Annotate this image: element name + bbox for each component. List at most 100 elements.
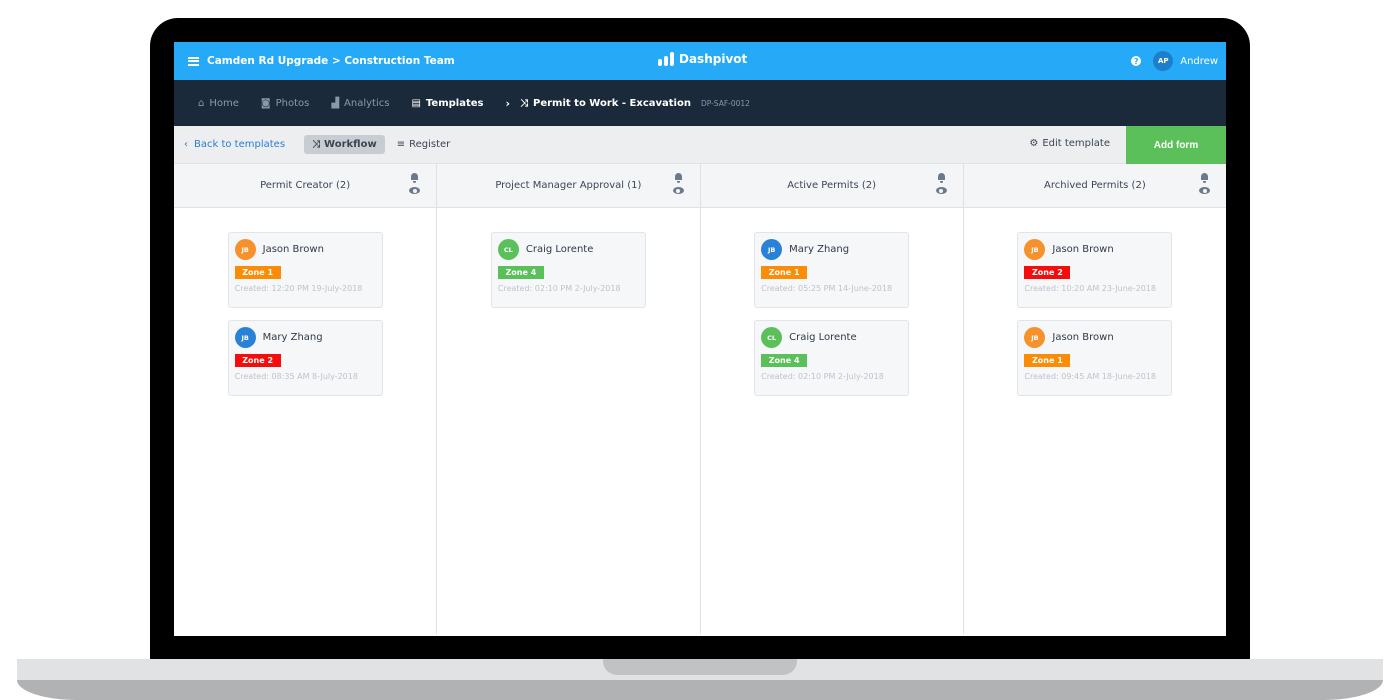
- column-actions: [672, 172, 684, 194]
- eye-icon[interactable]: [672, 187, 684, 194]
- bell-icon[interactable]: [1200, 172, 1209, 183]
- workflow-column: Permit Creator (2) JB Jason Brown Zone 1…: [174, 164, 438, 634]
- nav-item-photos[interactable]: ◙ Photos: [261, 98, 309, 109]
- edit-template-button[interactable]: ⚙ Edit template: [1029, 138, 1110, 149]
- column-header: Permit Creator (2): [174, 164, 437, 208]
- edit-template-label: Edit template: [1042, 138, 1110, 149]
- zone-badge: Zone 1: [234, 266, 281, 279]
- avatar: CL: [761, 327, 783, 348]
- workflow-board: Permit Creator (2) JB Jason Brown Zone 1…: [174, 164, 1226, 634]
- zone-badge: Zone 4: [497, 266, 544, 279]
- user-area: ? AP Andrew: [1131, 51, 1218, 71]
- back-to-templates-link[interactable]: ‹ Back to templates: [184, 139, 285, 150]
- bell-icon[interactable]: [410, 172, 419, 183]
- home-icon: ⌂: [198, 97, 205, 109]
- workflow-column: Project Manager Approval (1) CL Craig Lo…: [437, 164, 701, 634]
- avatar: JB: [1024, 239, 1046, 260]
- created-timestamp: Created: 05:25 PM 14-June-2018: [761, 284, 893, 293]
- card-header: CL Craig Lorente: [497, 239, 639, 260]
- user-name[interactable]: Andrew: [1180, 56, 1218, 67]
- form-card[interactable]: JB Mary Zhang Zone 1 Created: 05:25 PM 1…: [754, 232, 910, 308]
- column-title: Project Manager Approval (1): [495, 180, 642, 191]
- current-template: ⤨ Permit to Work - Excavation: [520, 98, 691, 109]
- hamburger-menu-icon[interactable]: [188, 56, 199, 66]
- card-list: JB Mary Zhang Zone 1 Created: 05:25 PM 1…: [701, 208, 963, 396]
- created-timestamp: Created: 10:20 AM 23-June-2018: [1024, 284, 1156, 293]
- zone-badge: Zone 2: [234, 354, 281, 367]
- created-timestamp: Created: 12:20 PM 19-July-2018: [234, 284, 363, 293]
- workflow-tab[interactable]: ⤨ Workflow: [304, 135, 385, 154]
- card-header: JB Mary Zhang: [761, 239, 902, 260]
- column-title: Archived Permits (2): [1044, 180, 1146, 191]
- template-code: DP-SAF-0012: [700, 98, 750, 108]
- card-header: JB Mary Zhang: [234, 327, 376, 348]
- toolbar: ‹ Back to templates ⤨ Workflow ≡ Registe…: [174, 126, 1226, 164]
- area-chart-icon: ▟: [331, 97, 340, 109]
- zone-badge: Zone 1: [1024, 354, 1071, 367]
- bell-icon[interactable]: [937, 172, 946, 183]
- laptop-bottom: [17, 680, 1383, 700]
- form-card[interactable]: JB Jason Brown Zone 1 Created: 09:45 AM …: [1017, 320, 1173, 396]
- back-label: Back to templates: [194, 139, 286, 150]
- app-screen: Camden Rd Upgrade > Construction Team Da…: [174, 42, 1226, 636]
- chevron-right-icon: ›: [505, 96, 511, 110]
- card-name: Mary Zhang: [789, 244, 850, 255]
- nav-item-templates[interactable]: ▤ Templates: [411, 98, 483, 109]
- nav-item-home[interactable]: ⌂ Home: [198, 98, 239, 109]
- workflow-column: Archived Permits (2) JB Jason Brown Zone…: [963, 164, 1226, 634]
- nav-label: Photos: [275, 97, 310, 109]
- created-timestamp: Created: 02:10 PM 2-July-2018: [761, 372, 884, 381]
- workflow-label: Workflow: [324, 139, 377, 150]
- card-header: CL Craig Lorente: [761, 327, 902, 348]
- form-card[interactable]: CL Craig Lorente Zone 4 Created: 02:10 P…: [754, 320, 910, 396]
- avatar: JB: [234, 327, 256, 348]
- card-name: Craig Lorente: [525, 244, 594, 255]
- card-list: CL Craig Lorente Zone 4 Created: 02:10 P…: [437, 208, 699, 308]
- list-icon: ≡: [396, 139, 406, 150]
- add-form-button[interactable]: Add form: [1126, 126, 1226, 164]
- nav-bar: ⌂ Home ◙ Photos ▟ Analytics ▤ Templates …: [174, 80, 1226, 126]
- user-avatar[interactable]: AP: [1153, 51, 1174, 71]
- form-card[interactable]: JB Jason Brown Zone 2 Created: 10:20 AM …: [1017, 232, 1173, 308]
- gear-icon: ⚙: [1029, 138, 1039, 149]
- form-card[interactable]: CL Craig Lorente Zone 4 Created: 02:10 P…: [490, 232, 646, 308]
- card-list: JB Jason Brown Zone 2 Created: 10:20 AM …: [964, 208, 1226, 396]
- nav-label: Home: [209, 97, 239, 109]
- column-header: Archived Permits (2): [963, 164, 1226, 208]
- bar-chart-icon: [658, 52, 674, 66]
- card-name: Jason Brown: [1052, 244, 1114, 255]
- current-template-name: Permit to Work - Excavation: [533, 97, 691, 109]
- nav-item-analytics[interactable]: ▟ Analytics: [331, 98, 389, 109]
- nav-label: Templates: [425, 97, 484, 109]
- register-tab[interactable]: ≡ Register: [397, 139, 451, 150]
- card-list: JB Jason Brown Zone 1 Created: 12:20 PM …: [174, 208, 436, 396]
- top-bar: Camden Rd Upgrade > Construction Team Da…: [174, 42, 1226, 80]
- card-name: Jason Brown: [1052, 332, 1114, 343]
- column-actions: [1199, 172, 1210, 194]
- form-card[interactable]: JB Jason Brown Zone 1 Created: 12:20 PM …: [227, 232, 383, 308]
- workflow-column: Active Permits (2) JB Mary Zhang Zone 1 …: [700, 164, 964, 634]
- form-card[interactable]: JB Mary Zhang Zone 2 Created: 08:35 AM 8…: [227, 320, 383, 396]
- help-icon[interactable]: ?: [1131, 56, 1142, 66]
- avatar: CL: [497, 239, 519, 260]
- brand-logo: Dashpivot: [658, 52, 747, 66]
- card-name: Craig Lorente: [789, 332, 857, 343]
- camera-icon: ◙: [260, 97, 271, 109]
- eye-icon[interactable]: [1199, 187, 1210, 194]
- card-header: JB Jason Brown: [1024, 327, 1165, 348]
- column-header: Active Permits (2): [700, 164, 963, 208]
- bell-icon[interactable]: [674, 172, 683, 183]
- project-breadcrumb[interactable]: Camden Rd Upgrade > Construction Team: [207, 55, 455, 67]
- created-timestamp: Created: 02:10 PM 2-July-2018: [497, 284, 621, 293]
- eye-icon[interactable]: [409, 187, 421, 194]
- card-header: JB Jason Brown: [1024, 239, 1165, 260]
- zone-badge: Zone 1: [761, 266, 808, 279]
- column-header: Project Manager Approval (1): [437, 164, 700, 208]
- column-actions: [409, 172, 421, 194]
- eye-icon[interactable]: [935, 187, 947, 194]
- avatar: JB: [234, 239, 256, 260]
- chevron-left-icon: ‹: [184, 139, 188, 150]
- column-actions: [935, 172, 947, 194]
- card-name: Jason Brown: [262, 244, 324, 255]
- zone-badge: Zone 2: [1024, 266, 1071, 279]
